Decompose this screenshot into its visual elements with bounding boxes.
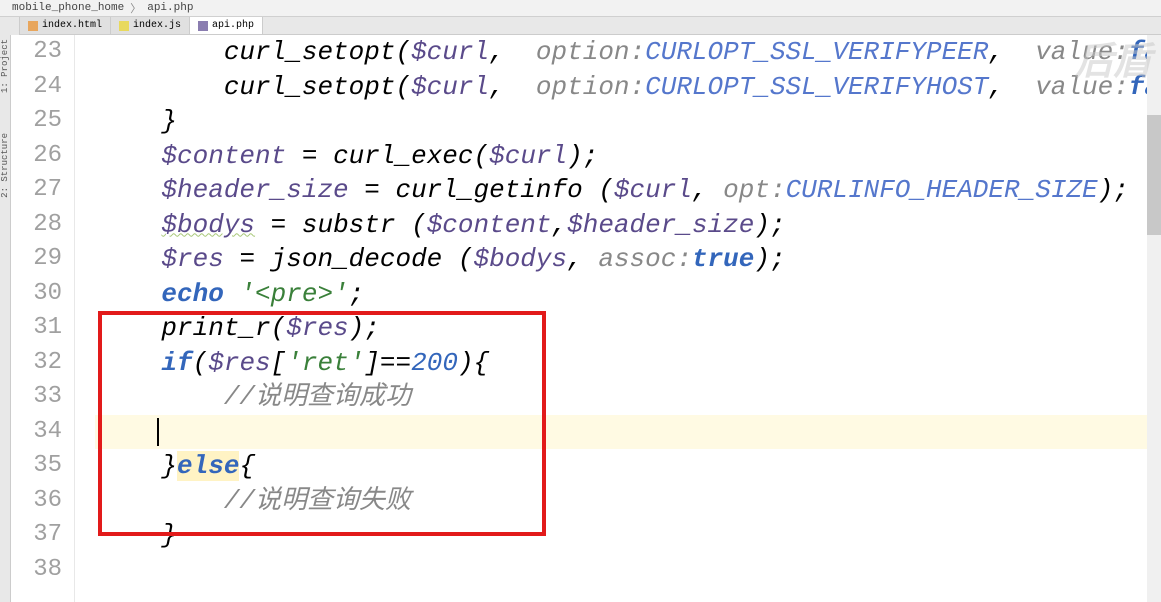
line-number: 25 (11, 104, 74, 139)
breadcrumb-item-file[interactable]: api.php (143, 2, 197, 14)
line-number: 29 (11, 242, 74, 277)
code-line: print_r($res); (95, 311, 1161, 346)
line-number: 27 (11, 173, 74, 208)
tool-structure[interactable]: 2: Structure (0, 133, 10, 198)
editor-tabs: index.html index.js api.php (20, 17, 1161, 35)
line-number: 23 (11, 35, 74, 70)
tab-label: api.php (212, 20, 254, 31)
line-number: 34 (11, 415, 74, 450)
text-caret (157, 418, 159, 446)
fold-gutter (75, 35, 95, 602)
breadcrumb: mobile_phone_home 〉 api.php (0, 0, 1161, 17)
line-number: 26 (11, 139, 74, 174)
tab-index-js[interactable]: index.js (111, 17, 190, 34)
line-number: 31 (11, 311, 74, 346)
left-tool-window-bar: 1: Project 2: Structure (0, 35, 11, 602)
tab-index-html[interactable]: index.html (20, 17, 111, 34)
code-line: $header_size = curl_getinfo ($curl, opt:… (95, 173, 1161, 208)
line-number: 32 (11, 346, 74, 381)
code-line: $content = curl_exec($curl); (95, 139, 1161, 174)
vertical-scrollbar[interactable] (1147, 35, 1161, 602)
breadcrumb-item-project[interactable]: mobile_phone_home (8, 2, 128, 14)
js-file-icon (119, 21, 129, 31)
code-line: //说明查询成功 (95, 380, 1161, 415)
code-line: } (95, 104, 1161, 139)
tab-label: index.js (133, 20, 181, 31)
tab-api-php[interactable]: api.php (190, 17, 263, 34)
line-number: 38 (11, 553, 74, 588)
code-line: echo '<pre>'; (95, 277, 1161, 312)
line-number: 35 (11, 449, 74, 484)
code-line: $res = json_decode ($bodys, assoc:true); (95, 242, 1161, 277)
code-line: if($res['ret']==200){ (95, 346, 1161, 381)
line-number: 36 (11, 484, 74, 519)
code-line: curl_setopt($curl, option:CURLOPT_SSL_VE… (95, 35, 1161, 70)
tab-label: index.html (42, 20, 102, 31)
code-line: } (95, 518, 1161, 553)
php-file-icon (198, 21, 208, 31)
code-line (95, 553, 1161, 588)
code-content[interactable]: curl_setopt($curl, option:CURLOPT_SSL_VE… (95, 35, 1161, 602)
line-number-gutter: 23 24 25 26 27 28 29 30 31 32 33 34 35 3… (11, 35, 75, 602)
line-number: 24 (11, 70, 74, 105)
code-line: }else{ (95, 449, 1161, 484)
line-number: 28 (11, 208, 74, 243)
html-file-icon (28, 21, 38, 31)
line-number: 30 (11, 277, 74, 312)
code-line: curl_setopt($curl, option:CURLOPT_SSL_VE… (95, 70, 1161, 105)
code-editor[interactable]: 23 24 25 26 27 28 29 30 31 32 33 34 35 3… (11, 35, 1161, 602)
code-line: //说明查询失败 (95, 484, 1161, 519)
line-number: 37 (11, 518, 74, 553)
code-line-active (95, 415, 1161, 450)
code-line: $bodys = substr ($content,$header_size); (95, 208, 1161, 243)
scrollbar-thumb[interactable] (1147, 115, 1161, 235)
chevron-right-icon: 〉 (128, 0, 143, 16)
tool-project[interactable]: 1: Project (0, 39, 10, 93)
line-number: 33 (11, 380, 74, 415)
